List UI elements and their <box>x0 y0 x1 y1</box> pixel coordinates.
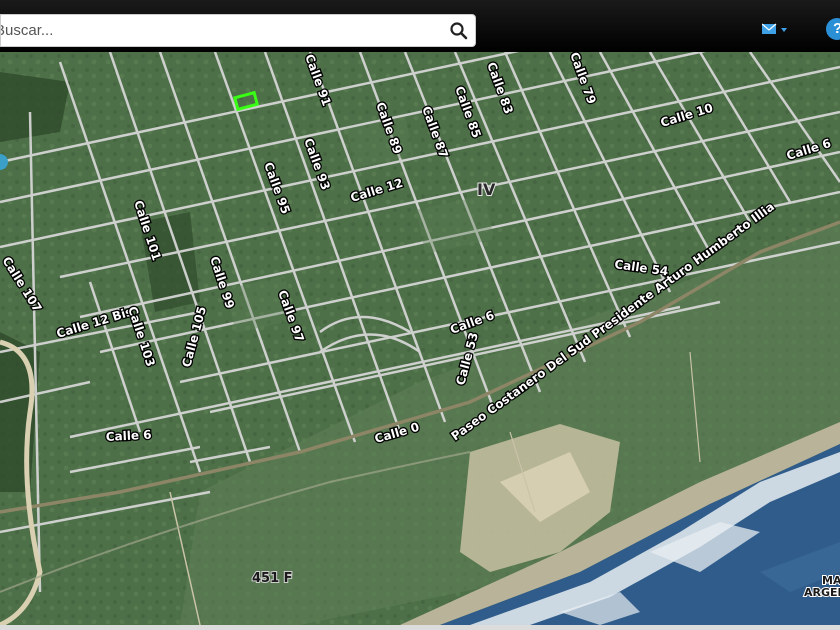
search-icon[interactable] <box>449 21 469 41</box>
satellite-map[interactable]: Calle 91 Calle 89 Calle 87 Calle 85 Call… <box>0 52 840 625</box>
envelope-icon <box>761 23 787 34</box>
bottom-bar <box>0 625 840 630</box>
messages-dropdown[interactable] <box>761 22 790 38</box>
sea-label-line-2: ARGEN <box>804 586 840 599</box>
search-box <box>0 14 476 47</box>
tree-patch <box>0 72 70 142</box>
caret-down-icon <box>781 28 787 32</box>
top-navbar: ? <box>0 0 840 52</box>
map-canvas: Calle 91 Calle 89 Calle 87 Calle 85 Call… <box>0 52 840 625</box>
street-label-calle-6-sw: Calle 6 <box>105 428 151 444</box>
zone-label: IV <box>477 180 496 199</box>
help-icon: ? <box>833 20 840 37</box>
help-button[interactable]: ? <box>826 18 840 40</box>
route-label: 451 F <box>252 571 293 586</box>
search-input[interactable] <box>1 15 441 46</box>
